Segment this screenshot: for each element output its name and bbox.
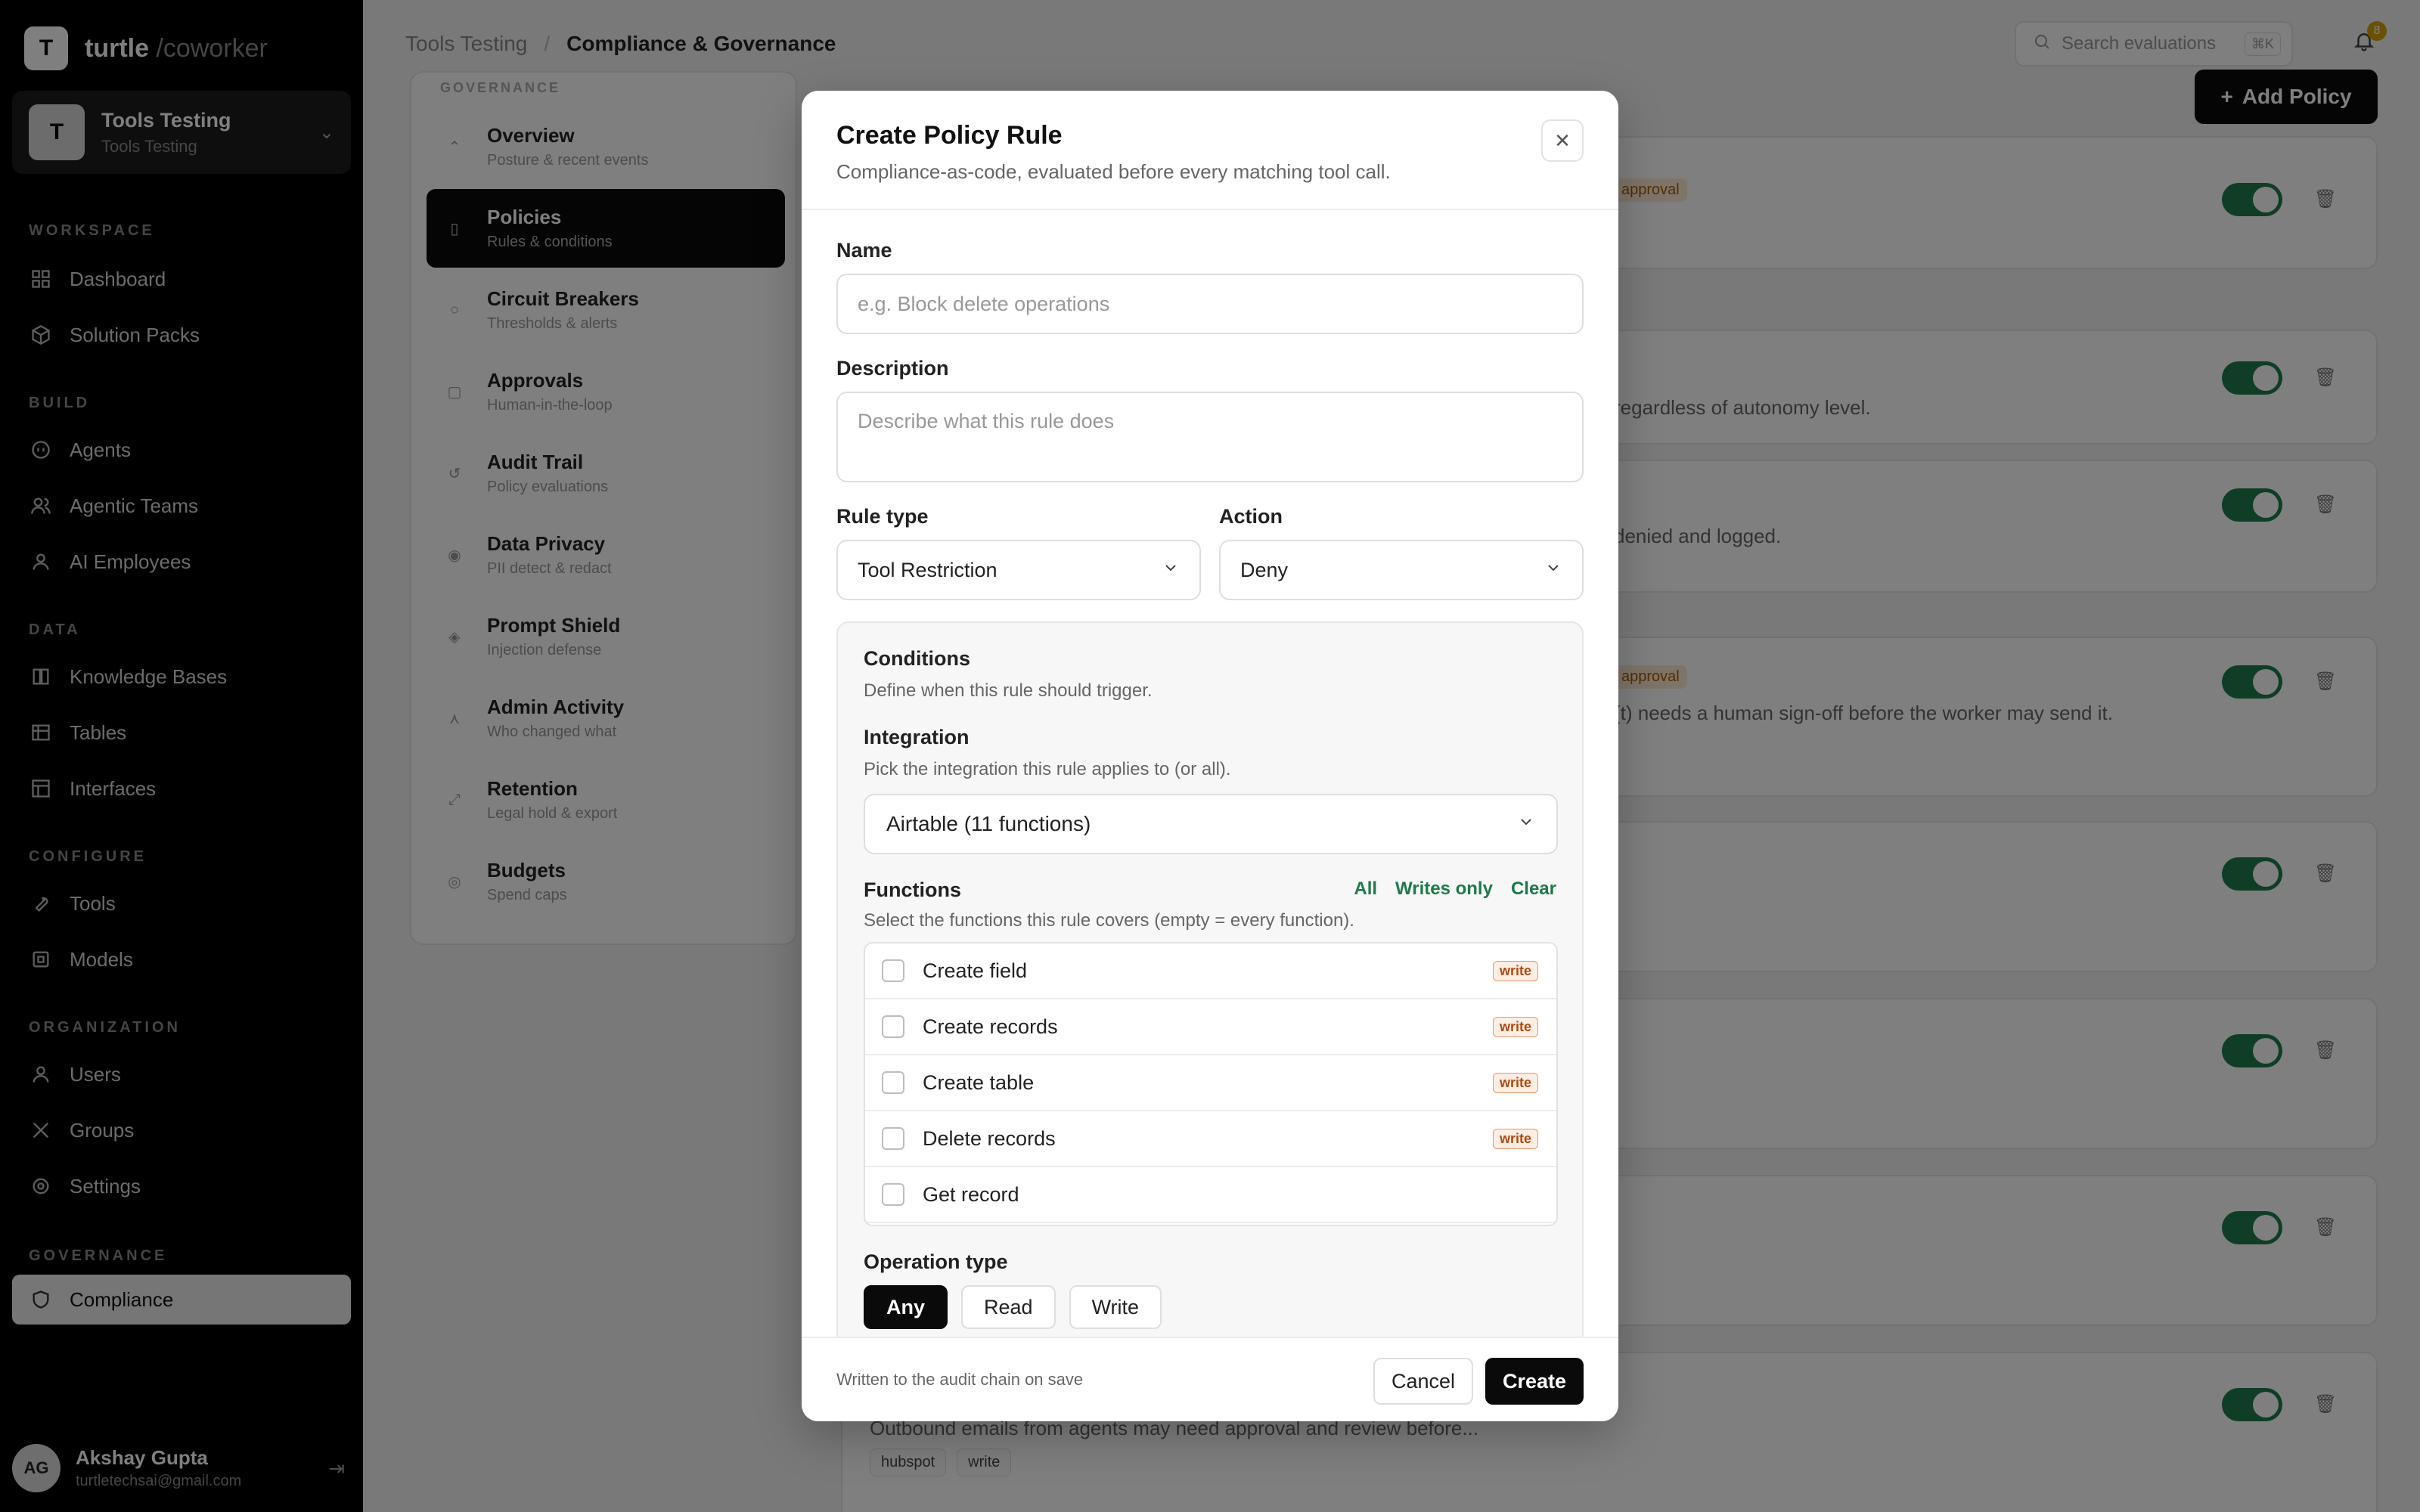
name-label: Name (836, 239, 892, 262)
operation-any-button[interactable]: Any (864, 1285, 948, 1329)
chevron-down-icon (1517, 812, 1535, 836)
modal-title: Create Policy Rule (836, 121, 1063, 150)
functions-label: Functions (864, 878, 961, 901)
clear-link[interactable]: Clear (1511, 878, 1556, 900)
action-select[interactable]: Deny (1219, 540, 1584, 600)
create-policy-modal: Create Policy Rule Compliance-as-code, e… (802, 91, 1618, 1421)
rule-type-value: Tool Restriction (858, 558, 997, 581)
functions-list[interactable]: Create field write Create records write … (864, 942, 1558, 1226)
function-row[interactable]: Create field write (865, 943, 1556, 999)
function-row[interactable]: Delete records write (865, 1111, 1556, 1167)
description-textarea[interactable]: Describe what this rule does (836, 392, 1584, 482)
function-checkbox[interactable] (882, 1127, 904, 1150)
function-name: Create field (923, 959, 1028, 982)
function-checkbox[interactable] (882, 1015, 904, 1038)
integration-label: Integration (864, 726, 970, 748)
integration-value: Airtable (11 functions) (886, 812, 1091, 835)
integration-help: Pick the integration this rule applies t… (864, 759, 1231, 779)
operation-write-button[interactable]: Write (1069, 1285, 1162, 1329)
function-checkbox[interactable] (882, 1183, 904, 1206)
functions-quick-select: All Writes only Clear (1354, 878, 1556, 900)
footer-note: Written to the audit chain on save (836, 1370, 1084, 1389)
operation-type-label: Operation type (864, 1250, 1008, 1273)
function-name: Create table (923, 1070, 1035, 1094)
action-label: Action (1219, 505, 1283, 528)
chevron-down-icon (1162, 559, 1180, 581)
write-badge: write (1492, 1016, 1538, 1037)
rule-type-label: Rule type (836, 505, 929, 528)
function-name: Delete records (923, 1126, 1056, 1150)
chevron-down-icon (1544, 559, 1562, 581)
operation-read-button[interactable]: Read (961, 1285, 1056, 1329)
select-all-link[interactable]: All (1354, 878, 1377, 900)
function-row[interactable]: Get record (865, 1167, 1556, 1223)
conditions-title: Conditions (864, 647, 970, 670)
functions-help: Select the functions this rule covers (e… (864, 910, 1354, 931)
description-label: Description (836, 357, 949, 380)
operation-type-group: Any Read Write (864, 1285, 1162, 1329)
function-checkbox[interactable] (882, 1071, 904, 1094)
conditions-subtitle: Define when this rule should trigger. (864, 680, 1153, 701)
close-icon: ✕ (1554, 129, 1571, 152)
conditions-panel: Conditions Define when this rule should … (836, 621, 1584, 1385)
function-name: Create records (923, 1015, 1058, 1038)
writes-only-link[interactable]: Writes only (1395, 878, 1493, 900)
cancel-button[interactable]: Cancel (1373, 1358, 1473, 1405)
modal-subtitle: Compliance-as-code, evaluated before eve… (836, 160, 1391, 183)
function-row[interactable]: Create table write (865, 1055, 1556, 1111)
write-badge: write (1492, 960, 1538, 981)
action-value: Deny (1240, 558, 1289, 581)
name-placeholder: e.g. Block delete operations (858, 292, 1110, 315)
function-name: Get record (923, 1182, 1019, 1206)
modal-footer: Written to the audit chain on save Cance… (802, 1337, 1618, 1421)
modal-header: Create Policy Rule Compliance-as-code, e… (802, 91, 1618, 210)
integration-select[interactable]: Airtable (11 functions) (864, 794, 1558, 854)
rule-type-select[interactable]: Tool Restriction (836, 540, 1201, 600)
write-badge: write (1492, 1128, 1538, 1149)
write-badge: write (1492, 1072, 1538, 1093)
function-checkbox[interactable] (882, 959, 904, 982)
function-row[interactable]: Create records write (865, 999, 1556, 1055)
name-input[interactable]: e.g. Block delete operations (836, 274, 1584, 334)
close-button[interactable]: ✕ (1541, 119, 1584, 162)
description-placeholder: Describe what this rule does (858, 410, 1115, 432)
create-button[interactable]: Create (1485, 1358, 1584, 1405)
